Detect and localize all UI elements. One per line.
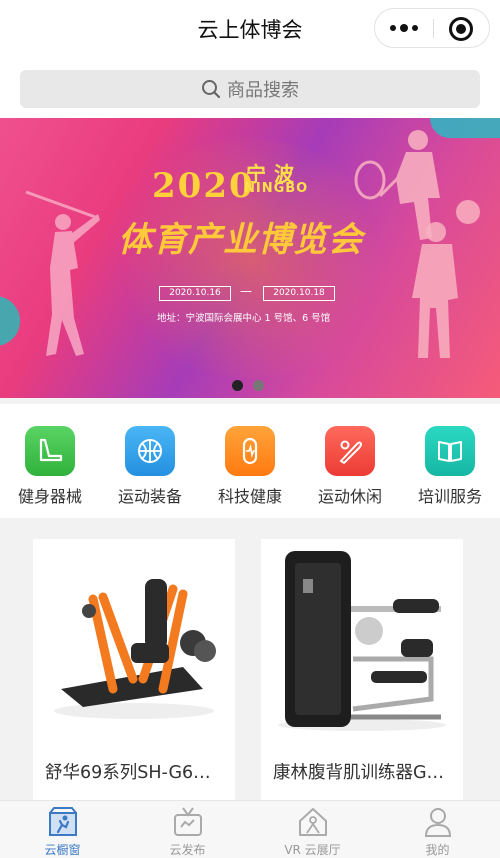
tv-icon [171, 805, 205, 839]
search-bar: 商品搜索 [0, 60, 500, 118]
tab-showcase[interactable]: 云橱窗 [0, 805, 125, 858]
category-sports-gear[interactable]: 运动装备 [100, 426, 200, 507]
category-label: 运动装备 [117, 487, 182, 506]
category-grid: 健身器械 运动装备 科技健康 运动休闲 培训服务 [0, 404, 500, 518]
house-icon [296, 805, 330, 839]
category-fitness-equipment[interactable]: 健身器械 [0, 426, 100, 507]
tab-label: VR 云展厅 [284, 843, 341, 857]
search-icon [201, 79, 221, 99]
basketball-icon [125, 426, 175, 476]
category-training[interactable]: 培训服务 [400, 426, 500, 507]
banner-headline: 体育产业博览会 [118, 220, 363, 260]
user-icon [421, 805, 455, 839]
banner-end-date: 2020.10.18 [263, 286, 335, 301]
banner-address: 地址：宁波国际会展中心 1 号馆、6 号馆 [157, 313, 331, 324]
storefront-icon [46, 805, 80, 839]
carousel-dot[interactable] [232, 380, 243, 391]
category-leisure[interactable]: 运动休闲 [300, 426, 400, 507]
search-placeholder: 商品搜索 [227, 80, 299, 101]
close-icon[interactable] [449, 17, 473, 41]
more-icon[interactable] [375, 9, 433, 47]
product-card[interactable]: 舒华69系列SH-G6… [33, 539, 235, 801]
tab-publish[interactable]: 云发布 [125, 805, 250, 858]
category-label: 健身器械 [17, 487, 82, 506]
product-image [33, 539, 235, 739]
banner-year: 2020 [152, 166, 255, 206]
search-input[interactable]: 商品搜索 [20, 70, 480, 108]
banner-carousel[interactable]: 2020 宁波 NINGBO 体育产业博览会 2020.10.16 — 2020… [0, 118, 500, 398]
book-icon [425, 426, 475, 476]
category-label: 培训服务 [417, 487, 482, 506]
smart-band-icon [225, 426, 275, 476]
tab-label: 我的 [425, 843, 450, 857]
baseball-bat-icon [325, 426, 375, 476]
carousel-indicator [232, 380, 264, 391]
category-label: 科技健康 [217, 487, 282, 506]
product-name: 舒华69系列SH-G6… [45, 763, 211, 783]
nav-bar: 云上体博会 [0, 0, 500, 60]
mini-program-capsule [374, 8, 490, 48]
banner-city-en: NINGBO [244, 181, 309, 196]
product-name: 康林腹背肌训练器G… [273, 763, 445, 783]
tab-label: 云发布 [169, 843, 206, 857]
product-image [261, 539, 463, 739]
tab-label: 云橱窗 [44, 843, 81, 857]
category-label: 运动休闲 [317, 487, 382, 506]
capsule-divider [433, 19, 434, 38]
tab-mine[interactable]: 我的 [375, 805, 500, 858]
product-card[interactable]: 康林腹背肌训练器G… [261, 539, 463, 801]
tab-vr-hall[interactable]: VR 云展厅 [250, 805, 375, 858]
category-tech-health[interactable]: 科技健康 [200, 426, 300, 507]
treadmill-icon [25, 426, 75, 476]
bottom-tab-bar: 云橱窗 云发布 VR 云展厅 我的 [0, 800, 500, 858]
banner-date-separator: — [240, 284, 252, 298]
banner-start-date: 2020.10.16 [159, 286, 231, 301]
carousel-dot[interactable] [253, 380, 264, 391]
